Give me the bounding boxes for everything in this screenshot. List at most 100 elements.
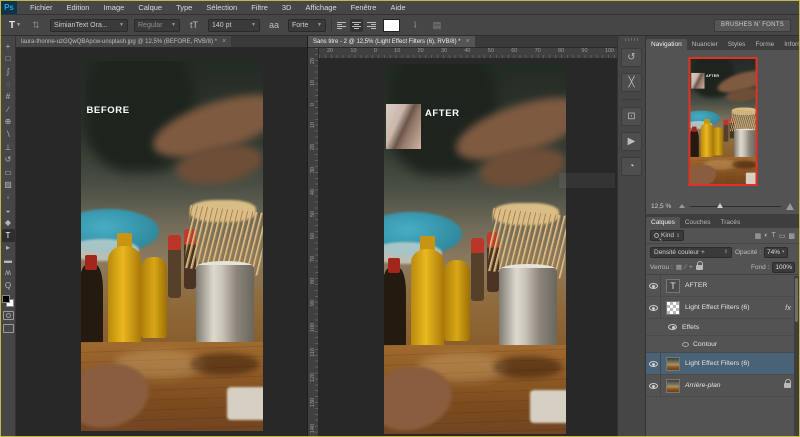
align-left-button[interactable] [335, 19, 348, 32]
filter-type-layers-icon[interactable]: T [771, 232, 775, 240]
fill-field[interactable]: 100% [772, 261, 795, 273]
visibility-eye-icon[interactable] [648, 382, 658, 389]
anti-alias-select[interactable]: Forte ▼ [288, 18, 326, 32]
font-style-select[interactable]: Regular ▼ [134, 18, 180, 32]
workspace-switcher-button[interactable]: BRUSHES N' FONTS [714, 18, 791, 32]
font-size-select[interactable]: 140 pt ▼ [208, 18, 260, 32]
eye-cell[interactable] [646, 375, 661, 396]
character-panel-icon[interactable]: ╳ [621, 73, 642, 92]
opacity-field[interactable]: 74% ▾ [764, 246, 788, 258]
layer-thumbnail-photo[interactable] [666, 356, 680, 371]
filter-smart-objects-icon[interactable]: ▩ [788, 232, 795, 240]
visibility-eye-icon[interactable] [648, 360, 658, 367]
path-selection-tool[interactable]: ▸ [2, 242, 15, 255]
layer-thumbnail-text[interactable]: T [666, 278, 680, 293]
image-after[interactable]: AFTER [384, 64, 566, 434]
canvas-before[interactable]: BEFORE [16, 48, 307, 436]
tab-informat[interactable]: Informat [779, 39, 799, 50]
quick-mask-button[interactable] [2, 310, 14, 320]
document-tab-after[interactable]: Sans titre - 2 @ 12,5% (Light Effect Fil… [308, 36, 475, 47]
crop-tool[interactable]: # [2, 90, 15, 103]
tab-nuancier[interactable]: Nuancier [687, 39, 723, 50]
clone-stamp-tool[interactable]: ⊥ [2, 141, 15, 154]
menu-3d[interactable]: 3D [275, 3, 299, 12]
eye-cell[interactable] [646, 353, 661, 374]
lasso-tool[interactable]: ʃ [2, 65, 15, 78]
vertical-ruler[interactable]: 20 10 0 10 20 30 40 50 60 70 80 90 100 110 120 130 140 [308, 48, 319, 436]
healing-brush-tool[interactable]: ⊕ [2, 116, 15, 129]
layer-name[interactable]: AFTER [685, 282, 707, 289]
layer-name[interactable]: Light Effect Filters (6) [685, 360, 749, 367]
menu-selection[interactable]: Sélection [199, 3, 244, 12]
move-tool[interactable]: + [2, 40, 15, 53]
hand-tool[interactable]: ʍ [2, 267, 15, 280]
tab-styles[interactable]: Styles [723, 39, 751, 50]
visibility-eye-icon[interactable] [668, 324, 677, 330]
lock-transparency-icon[interactable]: ▦ [676, 263, 682, 271]
zoom-out-icon[interactable] [679, 204, 686, 208]
lock-position-icon[interactable]: + [689, 264, 693, 271]
menu-fenetre[interactable]: Fenêtre [344, 3, 384, 12]
layer-filter-select[interactable]: Kind ⇕ [650, 230, 685, 241]
canvas-after[interactable]: 20 10 0 10 20 30 40 50 60 70 80 90 100 20 10 0 10 20 30 40… [308, 48, 617, 436]
menu-filtre[interactable]: Filtre [244, 3, 275, 12]
eye-cell[interactable] [646, 275, 661, 296]
layer-name[interactable]: Light Effect Filters (6) [685, 304, 749, 311]
align-center-button[interactable] [350, 18, 363, 32]
text-color-swatch[interactable] [383, 18, 400, 32]
timeline-panel-icon[interactable]: ◔ [621, 157, 642, 176]
type-tool-preset-icon[interactable]: T ▼ [5, 18, 25, 33]
pen-tool[interactable]: ◆ [2, 216, 15, 229]
history-panel-icon[interactable]: ↺ [621, 48, 642, 67]
layer-row-text[interactable]: T AFTER [646, 275, 799, 297]
marquee-tool[interactable]: □ [2, 53, 15, 66]
align-right-button[interactable] [365, 19, 378, 32]
text-orientation-icon[interactable]: ⇅ [28, 18, 44, 32]
gradient-tool[interactable]: ▨ [2, 179, 15, 192]
eyedropper-tool[interactable]: ∕ [2, 103, 15, 116]
menu-affichage[interactable]: Affichage [298, 3, 343, 12]
contour-label[interactable]: Contour [693, 341, 717, 348]
menu-type[interactable]: Type [169, 3, 199, 12]
lock-all-icon[interactable] [695, 260, 703, 270]
horizontal-ruler[interactable]: 20 10 0 10 20 30 40 50 60 70 80 90 100 [319, 48, 617, 59]
layer-row-effects[interactable]: Effets [646, 319, 799, 336]
tab-calques[interactable]: Calques [646, 217, 680, 228]
type-tool[interactable]: T [1, 228, 15, 242]
navigator-preview[interactable]: AFTER [688, 57, 757, 186]
zoom-slider-thumb[interactable] [717, 202, 724, 208]
layer-name[interactable]: Arrière-plan [685, 382, 721, 389]
layer-row-fx[interactable]: Light Effect Filters (6) fx [646, 297, 799, 319]
lock-pixels-icon[interactable]: ∕ [685, 264, 686, 271]
fx-badge[interactable]: fx [785, 303, 791, 312]
zoom-in-icon[interactable] [786, 202, 794, 210]
eye-cell[interactable] [646, 297, 661, 318]
menu-image[interactable]: Image [96, 3, 131, 12]
toggle-panels-icon[interactable]: ▤ [429, 18, 445, 32]
dodge-tool[interactable]: ◒ [2, 204, 15, 217]
menu-fichier[interactable]: Fichier [23, 3, 60, 12]
menu-aide[interactable]: Aide [383, 3, 412, 12]
blend-mode-select[interactable]: Densité couleur + ⇕ [650, 246, 732, 258]
brush-tool[interactable]: ∖ [2, 128, 15, 141]
clone-source-panel-icon[interactable]: ⊡ [621, 107, 642, 126]
close-icon[interactable]: × [222, 38, 226, 45]
filter-shape-layers-icon[interactable]: ▭ [779, 232, 786, 240]
visibility-eye-icon[interactable] [648, 282, 658, 289]
layers-scrollbar[interactable] [794, 276, 799, 436]
foreground-color-swatch[interactable] [2, 294, 10, 303]
font-family-select[interactable]: SimianText Ora... ▼ [50, 18, 128, 32]
actions-panel-icon[interactable]: ▶ [621, 132, 642, 151]
scrollbar-thumb[interactable] [795, 278, 798, 322]
screen-mode-button[interactable] [2, 323, 14, 333]
layer-row-background[interactable]: Arrière-plan [646, 375, 799, 397]
tab-traces[interactable]: Tracés [716, 217, 746, 228]
blur-tool[interactable]: ◦ [2, 191, 15, 204]
warp-text-icon[interactable]: ʇ [407, 18, 423, 32]
tab-navigation[interactable]: Navigation [646, 39, 687, 50]
close-icon[interactable]: × [466, 38, 470, 45]
effects-label[interactable]: Effets [682, 324, 699, 331]
history-brush-tool[interactable]: ↺ [2, 153, 15, 166]
zoom-tool[interactable]: Q [2, 279, 15, 292]
color-swatches[interactable] [2, 294, 14, 307]
